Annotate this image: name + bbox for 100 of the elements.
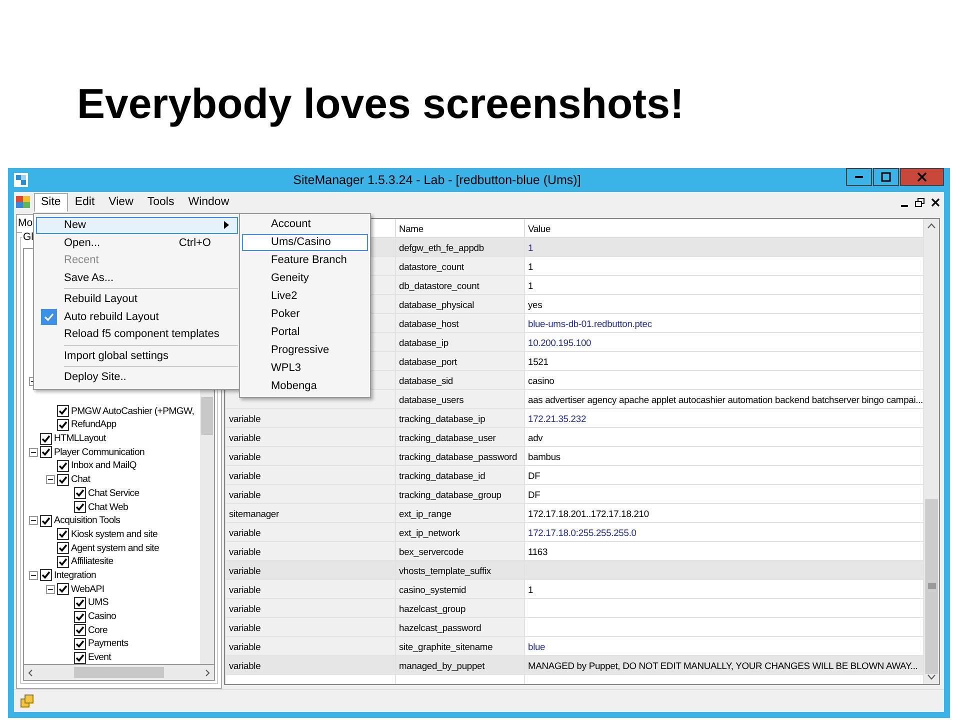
menu-entry[interactable]: Reload f5 component templates (36, 326, 238, 342)
menu-entry[interactable]: Deploy Site.. (36, 369, 238, 386)
menu-entry[interactable]: Save As... (36, 270, 238, 286)
menu-item[interactable]: Site (34, 192, 68, 212)
table-cell: variable (229, 488, 261, 500)
tree-item[interactable]: Kiosk system and site (71, 528, 158, 540)
tree-item[interactable]: Payments (88, 638, 128, 650)
menu-entry[interactable]: WPL3 (242, 360, 368, 377)
slide-title: Everybody loves screenshots! (76, 78, 685, 129)
submenu-arrow-icon (224, 221, 229, 230)
checkbox[interactable] (57, 528, 69, 540)
checkbox[interactable] (74, 638, 86, 650)
scrollbar[interactable] (924, 219, 939, 684)
menu-entry[interactable]: Account (242, 216, 368, 233)
checkbox[interactable] (40, 446, 52, 458)
scroll-right-icon[interactable] (203, 668, 211, 676)
checkbox[interactable] (57, 460, 69, 472)
collapse-icon[interactable] (46, 475, 55, 484)
menu-item[interactable]: Window (181, 192, 236, 212)
table-cell: tracking_database_group (399, 488, 502, 500)
scroll-up-icon[interactable] (927, 223, 936, 229)
menu-item[interactable]: View (102, 192, 140, 212)
checkbox[interactable] (57, 583, 69, 596)
table-cell: variable (229, 546, 261, 556)
checkbox[interactable] (74, 501, 86, 514)
tree-item[interactable]: Inbox and MailQ (71, 460, 136, 472)
collapse-icon[interactable] (29, 448, 38, 457)
menu-entry[interactable]: Ums/Casino (242, 234, 368, 251)
menu-entry[interactable]: Portal (242, 324, 368, 341)
collapse-icon[interactable] (29, 516, 38, 526)
tree-item[interactable]: Player Communication (54, 446, 145, 458)
close-button[interactable] (900, 168, 944, 186)
restore-icon[interactable] (915, 198, 925, 206)
menu-entry[interactable]: Rebuild Layout (36, 291, 238, 308)
checkbox[interactable] (74, 610, 86, 623)
maximize-icon (881, 172, 891, 182)
menu-entry[interactable]: Auto rebuild Layout (36, 308, 238, 325)
menu-entry[interactable]: Live2 (242, 288, 368, 305)
scrollbar[interactable] (23, 665, 215, 681)
table-cell: DF (528, 470, 540, 480)
window-title: SiteManager 1.5.3.24 - Lab - [redbutton-blue (Ums)] (292, 173, 582, 187)
checkbox[interactable] (40, 569, 52, 582)
tree-item[interactable]: Chat Web (88, 502, 128, 513)
table-cell: variable (229, 640, 261, 652)
checkbox[interactable] (57, 418, 69, 431)
tree-item[interactable]: Chat (71, 474, 90, 486)
tree-item[interactable]: RefundApp (71, 419, 116, 430)
checkbox[interactable] (40, 432, 52, 445)
collapse-icon[interactable] (29, 570, 38, 580)
table-cell: bex_servercode (399, 546, 464, 556)
menu-entry[interactable]: Import global settings (36, 348, 238, 364)
table-cell: MANAGED by Puppet, DO NOT EDIT MANUALLY, YOUR CHANGES WILL BE BLOWN AWAY... (528, 660, 918, 670)
tree-item[interactable]: Chat Service (88, 488, 140, 499)
tree-item[interactable]: Core (88, 624, 108, 636)
tree-item[interactable]: Casino (88, 611, 116, 622)
tree-item[interactable]: Event (88, 652, 112, 664)
checkbox[interactable] (57, 556, 69, 568)
checkbox[interactable] (57, 405, 69, 418)
grip-icon[interactable] (928, 583, 936, 590)
table-cell: yes (528, 298, 542, 310)
close-icon[interactable] (931, 198, 940, 206)
scroll-left-icon[interactable] (27, 668, 35, 676)
checkbox[interactable] (74, 652, 86, 664)
table-cell: vhosts_template_suffix (399, 564, 491, 576)
tree-item[interactable]: Acquisition Tools (54, 515, 120, 526)
menu-entry[interactable]: Geneity (242, 270, 368, 287)
checkbox[interactable] (74, 487, 86, 500)
table-cell: database_host (399, 318, 459, 328)
checkbox[interactable] (57, 474, 69, 486)
menu-entry[interactable]: New (36, 217, 238, 234)
table-cell: tracking_database_ip (399, 412, 486, 424)
menu-item[interactable]: Tools (140, 192, 182, 212)
menu-entry[interactable]: Poker (242, 306, 368, 323)
checkbox[interactable] (74, 624, 86, 636)
menu-item[interactable]: Edit (68, 192, 102, 212)
collapse-icon[interactable] (46, 584, 55, 594)
tree-item[interactable]: HTMLLayout (54, 433, 106, 444)
checkbox[interactable] (74, 596, 86, 609)
tree-item[interactable]: Integration (54, 570, 96, 581)
table-cell: db_datastore_count (399, 280, 480, 290)
menu-entry[interactable]: Feature Branch (242, 252, 368, 269)
tree-item[interactable]: PMGW AutoCashier (+PMGW, (71, 406, 194, 417)
tree-item[interactable]: Affiliatesite (71, 556, 114, 568)
menu-entry[interactable]: Mobenga (242, 378, 368, 395)
checkbox[interactable] (40, 514, 52, 527)
table-cell: blue (528, 640, 546, 652)
tree-item[interactable]: WebAPI (71, 584, 104, 595)
table-cell: tracking_database_id (399, 470, 486, 480)
scroll-down-icon[interactable] (927, 674, 936, 680)
checkbox[interactable] (57, 542, 69, 554)
table-cell: variable (229, 432, 261, 442)
maximize-button[interactable] (873, 168, 899, 186)
table-cell: hazelcast_group (399, 602, 466, 614)
tree-item[interactable]: UMS (88, 597, 108, 608)
menu-entry[interactable]: Progressive (242, 342, 368, 359)
menu-entry[interactable]: Open... Ctrl+O (36, 234, 238, 251)
tree-item[interactable]: Agent system and site (71, 542, 160, 554)
table-cell: variable (229, 602, 261, 614)
minimize-button[interactable] (846, 168, 872, 186)
table-cell: 1163 (528, 546, 548, 556)
